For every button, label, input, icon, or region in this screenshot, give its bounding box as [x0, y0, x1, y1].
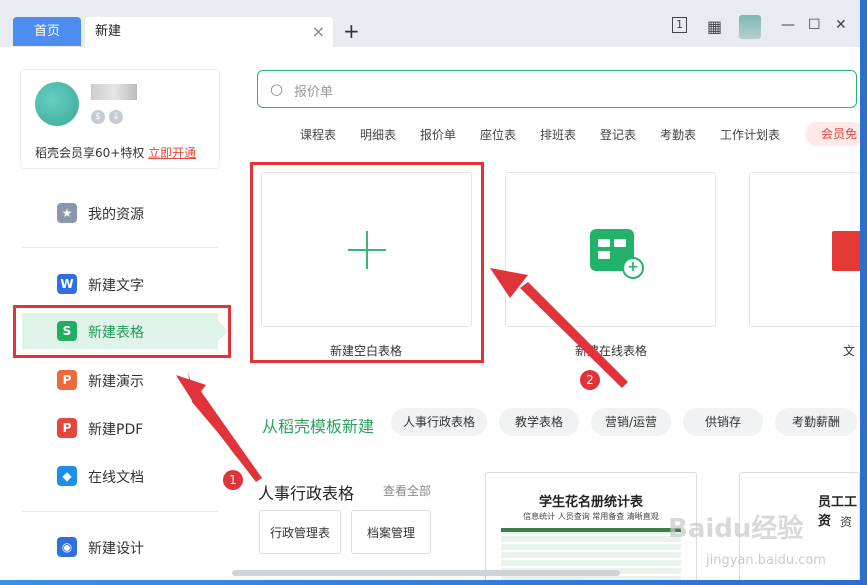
- watermark: Baidu经验: [668, 514, 804, 544]
- member-free-pill[interactable]: 会员免: [805, 122, 860, 146]
- sidebar-item-label: 我的资源: [88, 207, 144, 223]
- grid-apps-icon[interactable]: ▦: [707, 17, 722, 36]
- app-window: 首页 新建 × + 1 ▦ — ☐ ✕ $ ↓ 稻壳会员享60+特权 立即开通 …: [0, 0, 860, 580]
- tab-new[interactable]: 新建 ×: [85, 17, 333, 47]
- watermark-sub: jingyan.baidu.com: [706, 553, 826, 568]
- category-chip[interactable]: 供销存: [683, 408, 763, 436]
- vip-text: 稻壳会员享60+特权: [35, 146, 145, 160]
- add-badge-icon: +: [622, 257, 644, 279]
- quick-tag[interactable]: 考勤表: [660, 126, 696, 143]
- slides-icon: P: [57, 370, 77, 390]
- highlight-box: [13, 305, 231, 358]
- quick-tag[interactable]: 排班表: [540, 126, 576, 143]
- subcategory-button[interactable]: 档案管理: [351, 510, 431, 554]
- plus-icon[interactable]: +: [343, 19, 360, 43]
- sidebar-item-label: 新建设计: [88, 541, 144, 557]
- quick-tag[interactable]: 明细表: [360, 126, 396, 143]
- divider: [22, 247, 218, 248]
- vip-promo: 稻壳会员享60+特权 立即开通: [35, 144, 196, 161]
- sidebar-item-resources[interactable]: ★ 我的资源: [22, 195, 218, 231]
- search-input[interactable]: ○ 报价单: [257, 70, 857, 108]
- sidebar-item-new-doc[interactable]: W 新建文字: [22, 266, 218, 302]
- template-title: 学生花名册统计表: [538, 495, 643, 510]
- view-all-link[interactable]: 查看全部: [383, 482, 431, 499]
- window-close-icon[interactable]: ✕: [835, 17, 847, 33]
- category-chip[interactable]: 营销/运营: [591, 408, 671, 436]
- slides-red-icon: [832, 231, 860, 271]
- sidebar-item-new-slides[interactable]: P 新建演示: [22, 362, 218, 398]
- category-title: 人事行政表格: [258, 484, 355, 503]
- tab-home[interactable]: 首页: [13, 17, 81, 46]
- sidebar-item-new-pdf[interactable]: P 新建PDF: [22, 410, 218, 446]
- user-card[interactable]: $ ↓ 稻壳会员享60+特权 立即开通: [20, 69, 220, 169]
- quick-tag[interactable]: 报价单: [420, 126, 456, 143]
- quick-tag[interactable]: 工作计划表: [720, 126, 780, 143]
- user-avatar[interactable]: [35, 82, 79, 126]
- third-card[interactable]: [749, 172, 860, 327]
- subcategory-button[interactable]: 行政管理表: [259, 510, 341, 554]
- search-icon: ○: [270, 80, 284, 98]
- pdf-icon: P: [57, 418, 77, 438]
- annotation-number: 1: [223, 470, 243, 490]
- user-name-blurred: [91, 84, 137, 100]
- maximize-icon[interactable]: ☐: [808, 17, 821, 33]
- sidebar-item-label: 在线文档: [88, 470, 144, 486]
- online-sheet-icon: +: [590, 229, 644, 279]
- online-doc-icon: ◆: [57, 466, 77, 486]
- tab-new-label: 新建: [95, 24, 122, 39]
- template-section-title: 从稻壳模板新建: [262, 417, 375, 436]
- quick-tag[interactable]: 登记表: [600, 126, 636, 143]
- sidebar-item-online-doc[interactable]: ◆ 在线文档: [22, 458, 218, 494]
- vip-open-link[interactable]: 立即开通: [148, 146, 196, 160]
- card-label: 文: [843, 344, 856, 358]
- minimize-icon[interactable]: —: [781, 17, 795, 33]
- template-card[interactable]: 学生花名册统计表 信息统计 人员查询 常用备查 清晰直观: [485, 472, 697, 580]
- highlight-box: [250, 162, 484, 363]
- title-bar: 首页 新建 × + 1 ▦ — ☐ ✕: [0, 0, 860, 47]
- sidebar-item-label: 新建文字: [88, 278, 144, 294]
- search-placeholder: 报价单: [294, 85, 334, 100]
- divider: [22, 511, 218, 512]
- badge-icon: $: [91, 110, 105, 124]
- sidebar-item-new-design[interactable]: ◉ 新建设计: [22, 529, 218, 565]
- badge-icon: ↓: [109, 110, 123, 124]
- resource-icon: ★: [57, 203, 77, 223]
- quick-tag[interactable]: 课程表: [300, 126, 336, 143]
- template-subtitle: 信息统计 人员查询 常用备查 清晰直观: [523, 512, 659, 521]
- word-icon: W: [57, 274, 77, 294]
- category-chip[interactable]: 教学表格: [499, 408, 579, 436]
- category-chip[interactable]: 考勤薪酬: [775, 408, 857, 436]
- horizontal-scrollbar[interactable]: [232, 570, 620, 576]
- design-icon: ◉: [57, 537, 77, 557]
- sidebar-item-label: 新建演示: [88, 374, 144, 390]
- card-label: 新建在线表格: [575, 344, 648, 358]
- avatar[interactable]: [739, 15, 761, 39]
- close-icon[interactable]: ×: [312, 17, 325, 47]
- new-online-sheet-card[interactable]: +: [505, 172, 716, 327]
- annotation-number: 2: [580, 370, 600, 390]
- reader-mode-icon[interactable]: 1: [672, 17, 687, 33]
- quick-tag[interactable]: 座位表: [480, 126, 516, 143]
- category-chip[interactable]: 人事行政表格: [391, 408, 487, 436]
- sidebar-item-label: 新建PDF: [88, 422, 144, 438]
